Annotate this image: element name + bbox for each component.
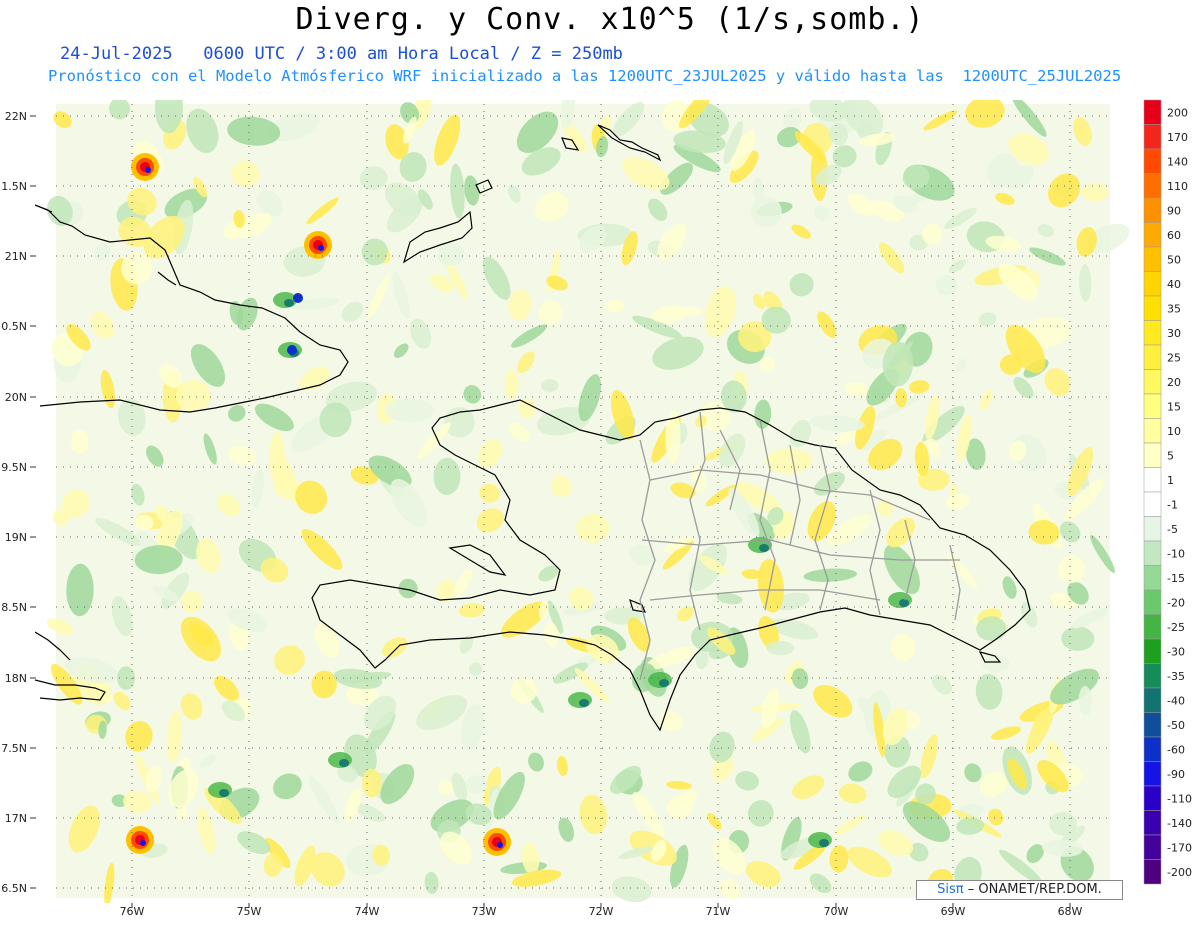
colorbar-swatch <box>1143 810 1162 836</box>
colorbar-label: 200 <box>1167 106 1188 119</box>
colorbar-label: 170 <box>1167 131 1188 144</box>
colorbar-swatch <box>1143 344 1162 370</box>
lat-tick-label: 6.5N <box>1 882 27 895</box>
colorbar-label: -60 <box>1167 743 1185 756</box>
colorbar-swatch <box>1143 834 1162 860</box>
credit-box: Sisπ – ONAMET/REP.DOM. <box>916 880 1123 900</box>
colorbar-swatch <box>1143 859 1162 885</box>
sispi-logo-text: Sisπ <box>937 882 964 897</box>
colorbar-swatch <box>1143 246 1162 272</box>
divergence-map: 200 170 140 110 90 60 50 40 35 30 25 20 15 10 5 1 -1 -5 -1… <box>1 99 1192 918</box>
colorbar-label: -200 <box>1167 866 1192 879</box>
colorbar-swatch <box>1143 124 1162 150</box>
colorbar: 200 170 140 110 90 60 50 40 35 30 25 20 15 10 5 1 -1 -5 -1… <box>1143 99 1192 885</box>
colorbar-label: -15 <box>1167 572 1185 585</box>
colorbar-swatch <box>1143 197 1162 223</box>
colorbar-label: -140 <box>1167 817 1192 830</box>
lat-tick-label: 20N <box>5 391 27 404</box>
colorbar-label: -30 <box>1167 645 1185 658</box>
colorbar-swatch <box>1143 785 1162 811</box>
colorbar-swatch <box>1143 418 1162 444</box>
colorbar-swatch <box>1143 663 1162 689</box>
lat-tick-label: 21N <box>5 250 27 263</box>
colorbar-label: 25 <box>1167 351 1181 364</box>
colorbar-label: -90 <box>1167 768 1185 781</box>
lat-tick-label: 9.5N <box>1 461 27 474</box>
colorbar-label: -5 <box>1167 523 1178 536</box>
colorbar-swatch <box>1143 589 1162 615</box>
colorbar-label: 50 <box>1167 253 1181 266</box>
colorbar-label: -20 <box>1167 596 1185 609</box>
lat-tick-label: 0.5N <box>1 320 27 333</box>
colorbar-label: -50 <box>1167 719 1185 732</box>
colorbar-swatch <box>1143 295 1162 321</box>
lat-tick-label: 17N <box>5 812 27 825</box>
colorbar-label: 1 <box>1167 474 1174 487</box>
colorbar-label: 110 <box>1167 180 1188 193</box>
colorbar-swatch <box>1143 638 1162 664</box>
colorbar-swatch <box>1143 148 1162 174</box>
colorbar-swatch <box>1143 369 1162 395</box>
colorbar-label: -25 <box>1167 621 1185 634</box>
colorbar-swatch <box>1143 442 1162 468</box>
lat-tick-label: 18N <box>5 672 27 685</box>
colorbar-label: 140 <box>1167 155 1188 168</box>
credit-org: – ONAMET/REP.DOM. <box>967 882 1102 897</box>
colorbar-swatch <box>1143 614 1162 640</box>
colorbar-label: -40 <box>1167 694 1185 707</box>
colorbar-swatch <box>1143 320 1162 346</box>
colorbar-swatch <box>1143 761 1162 787</box>
colorbar-label: 30 <box>1167 327 1181 340</box>
lat-tick-label: 7.5N <box>1 742 27 755</box>
colorbar-swatch <box>1143 491 1162 517</box>
colorbar-label: 15 <box>1167 400 1181 413</box>
lat-tick-label: 8.5N <box>1 601 27 614</box>
colorbar-label: 10 <box>1167 425 1181 438</box>
colorbar-label: -35 <box>1167 670 1185 683</box>
colorbar-swatch <box>1143 516 1162 542</box>
colorbar-swatch <box>1143 173 1162 199</box>
colorbar-label: -110 <box>1167 792 1192 805</box>
lat-tick-label: 22N <box>5 110 27 123</box>
colorbar-label: 20 <box>1167 376 1181 389</box>
colorbar-swatch <box>1143 687 1162 713</box>
colorbar-swatch <box>1143 540 1162 566</box>
colorbar-swatch <box>1143 271 1162 297</box>
colorbar-swatch <box>1143 467 1162 493</box>
colorbar-swatch <box>1143 99 1162 125</box>
colorbar-label: 35 <box>1167 302 1181 315</box>
colorbar-swatch <box>1143 736 1162 762</box>
colorbar-swatch <box>1143 222 1162 248</box>
colorbar-swatch <box>1143 393 1162 419</box>
colorbar-label: -10 <box>1167 547 1185 560</box>
colorbar-label: -170 <box>1167 841 1192 854</box>
colorbar-label: -1 <box>1167 498 1178 511</box>
colorbar-label: 40 <box>1167 278 1181 291</box>
lat-tick-label: 1.5N <box>1 180 27 193</box>
colorbar-label: 5 <box>1167 449 1174 462</box>
colorbar-swatch <box>1143 712 1162 738</box>
colorbar-label: 60 <box>1167 229 1181 242</box>
lat-tick-label: 19N <box>5 531 27 544</box>
colorbar-label: 90 <box>1167 204 1181 217</box>
colorbar-swatch <box>1143 565 1162 591</box>
